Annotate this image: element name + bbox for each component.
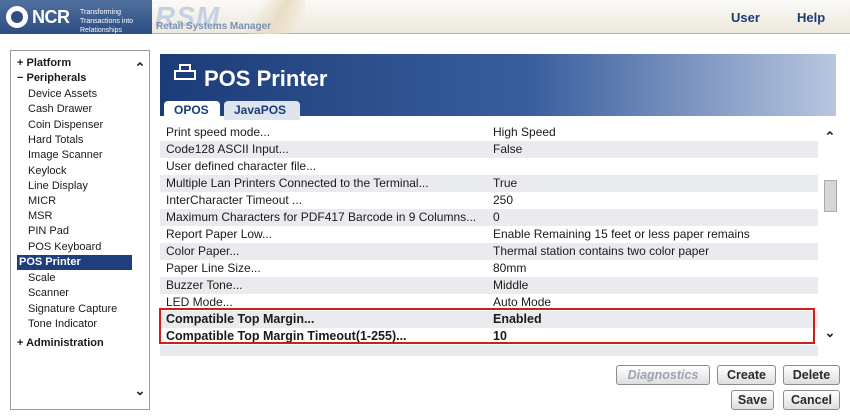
property-value: 250 — [493, 193, 514, 207]
tab-opos[interactable]: OPOS — [164, 101, 220, 120]
property-name: Code128 ASCII Input... — [166, 142, 289, 156]
page-title: POS Printer — [204, 66, 328, 91]
sidebar-item-hard-totals[interactable]: Hard Totals — [28, 133, 149, 148]
property-row[interactable]: Buzzer Tone... Middle — [160, 277, 818, 294]
product-name: Retail Systems Manager — [156, 21, 272, 32]
property-name: Report Paper Low... — [166, 227, 273, 241]
property-value: 10 — [493, 329, 507, 343]
ncr-logo-mark-icon — [6, 6, 28, 28]
sidebar-item-micr[interactable]: MICR — [28, 194, 149, 209]
sidebar-item-line-display[interactable]: Line Display — [28, 179, 149, 194]
user-link[interactable]: User — [731, 10, 760, 25]
property-row[interactable]: Multiple Lan Printers Connected to the T… — [160, 175, 818, 192]
property-value: Thermal station contains two color paper — [493, 244, 710, 258]
property-name: User defined character file... — [166, 159, 317, 173]
sidebar-item-pos-keyboard[interactable]: POS Keyboard — [28, 240, 149, 255]
property-row-highlighted[interactable]: Compatible Top Margin Timeout(1-255)... … — [160, 328, 818, 345]
grid-scroll-thumb[interactable] — [824, 180, 837, 212]
sidebar-item-device-assets[interactable]: Device Assets — [28, 87, 149, 102]
save-button[interactable]: Save — [731, 390, 774, 410]
sidebar-item-keylock[interactable]: Keylock — [28, 164, 149, 179]
property-name: InterCharacter Timeout ... — [166, 193, 303, 207]
property-row[interactable]: LED Mode... Auto Mode — [160, 294, 818, 311]
sidebar-item-administration[interactable]: + Administration — [17, 336, 138, 351]
sidebar-item-platform[interactable]: + Platform — [17, 56, 138, 71]
property-grid: Print speed mode... High Speed Code128 A… — [160, 120, 818, 356]
ncr-logo: NCR Transforming Transactions into Relat… — [0, 0, 152, 34]
property-value: 0 — [493, 210, 500, 224]
sidebar-item-scale[interactable]: Scale — [28, 271, 149, 286]
property-value: False — [493, 142, 523, 156]
property-row-partial[interactable] — [160, 345, 818, 356]
delete-button[interactable]: Delete — [783, 365, 840, 385]
create-button[interactable]: Create — [717, 365, 776, 385]
printer-icon — [174, 64, 198, 84]
property-value: True — [493, 176, 518, 190]
tab-javapos[interactable]: JavaPOS — [224, 101, 300, 120]
sidebar-item-peripherals[interactable]: − Peripherals — [17, 71, 138, 86]
sidebar-item-tone-indicator[interactable]: Tone Indicator — [28, 317, 149, 332]
help-link[interactable]: Help — [797, 10, 825, 25]
grid-scroll-up-icon[interactable]: ⌃ — [822, 130, 838, 144]
sidebar-item-pin-pad[interactable]: PIN Pad — [28, 224, 149, 239]
app-header: NCR Transforming Transactions into Relat… — [0, 0, 850, 34]
property-value: Middle — [493, 278, 529, 292]
diagnostics-button[interactable]: Diagnostics — [616, 365, 710, 385]
sidebar-item-image-scanner[interactable]: Image Scanner — [28, 148, 149, 163]
page-banner: POS Printer OPOS JavaPOS — [160, 54, 836, 120]
sidebar-nav: ⌃ + Platform − Peripherals Device Assets… — [10, 50, 150, 410]
property-row[interactable]: InterCharacter Timeout ... 250 — [160, 192, 818, 209]
property-name: Maximum Characters for PDF417 Barcode in… — [166, 210, 477, 224]
grid-scrollbar[interactable]: ⌃ ⌄ — [820, 120, 840, 356]
property-row[interactable]: Report Paper Low... Enable Remaining 15 … — [160, 226, 818, 243]
property-row[interactable]: Maximum Characters for PDF417 Barcode in… — [160, 209, 818, 226]
property-name: Print speed mode... — [166, 125, 271, 139]
property-row[interactable]: Print speed mode... High Speed — [160, 124, 818, 141]
property-row[interactable]: Code128 ASCII Input... False — [160, 141, 818, 158]
property-name: Compatible Top Margin Timeout(1-255)... — [166, 329, 407, 343]
property-name: Paper Line Size... — [166, 261, 261, 275]
property-value: 80mm — [493, 261, 527, 275]
property-name: Compatible Top Margin... — [166, 312, 315, 326]
sidebar-item-cash-drawer[interactable]: Cash Drawer — [28, 102, 149, 117]
brand-tagline: Transforming Transactions into Relations… — [80, 9, 134, 34]
sidebar-item-msr[interactable]: MSR — [28, 209, 149, 224]
grid-scroll-down-icon[interactable]: ⌄ — [822, 326, 838, 340]
sidebar-item-signature-capture[interactable]: Signature Capture — [28, 302, 149, 317]
property-row[interactable]: Color Paper... Thermal station contains … — [160, 243, 818, 260]
cancel-button[interactable]: Cancel — [783, 390, 840, 410]
property-name: Buzzer Tone... — [166, 278, 243, 292]
sidebar-item-pos-printer[interactable]: POS Printer — [17, 255, 132, 270]
property-name: Multiple Lan Printers Connected to the T… — [166, 176, 429, 190]
property-value: Enabled — [493, 312, 542, 326]
sidebar-item-scanner[interactable]: Scanner — [28, 286, 149, 301]
property-name: LED Mode... — [166, 295, 233, 309]
nav-scroll-down-icon[interactable]: ⌄ — [133, 384, 147, 398]
property-row[interactable]: User defined character file... — [160, 158, 818, 175]
property-row[interactable]: Paper Line Size... 80mm — [160, 260, 818, 277]
property-value: Enable Remaining 15 feet or less paper r… — [493, 227, 750, 241]
sidebar-item-coin-dispenser[interactable]: Coin Dispenser — [28, 118, 149, 133]
main-panel: POS Printer OPOS JavaPOS Print speed mod… — [156, 50, 840, 358]
property-name: Color Paper... — [166, 244, 240, 258]
property-value: High Speed — [493, 125, 556, 139]
property-row-highlighted[interactable]: Compatible Top Margin... Enabled — [160, 311, 818, 328]
brand-name: NCR — [32, 7, 70, 27]
property-value: Auto Mode — [493, 295, 552, 309]
